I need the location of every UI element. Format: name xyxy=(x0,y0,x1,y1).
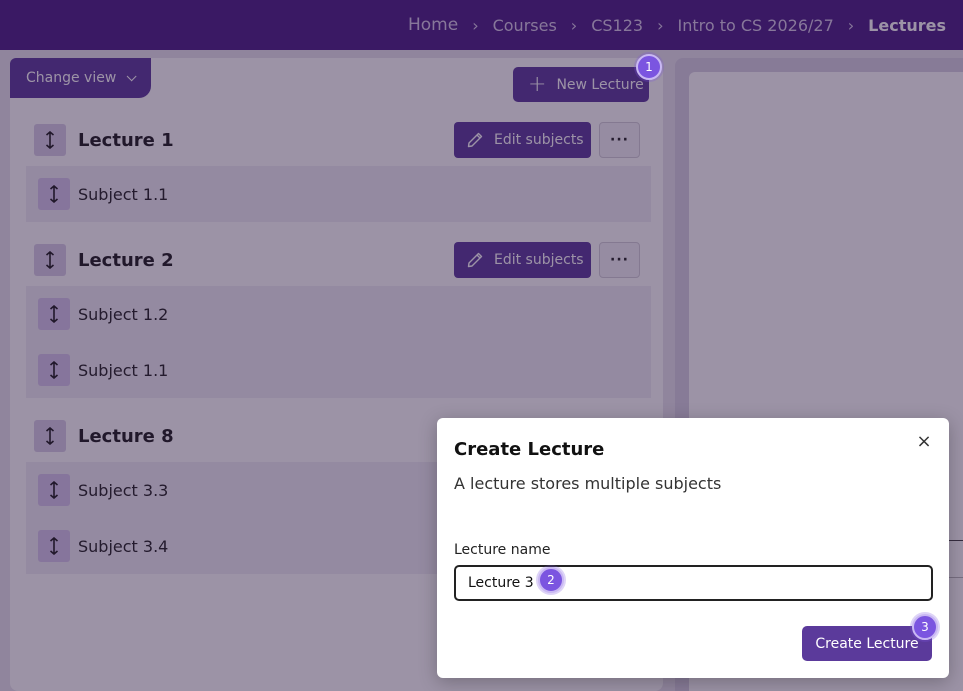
close-icon[interactable]: × xyxy=(915,433,933,451)
step-badge-1: 1 xyxy=(636,54,662,80)
dialog-description: A lecture stores multiple subjects xyxy=(454,474,722,493)
lecture-name-label: Lecture name xyxy=(454,542,551,558)
create-lecture-dialog: Create Lecture A lecture stores multiple… xyxy=(437,418,949,678)
step-badge-3: 3 xyxy=(912,614,938,640)
dialog-title: Create Lecture xyxy=(454,439,605,460)
step-badge-2: 2 xyxy=(538,567,564,593)
lecture-name-input[interactable] xyxy=(454,565,933,601)
